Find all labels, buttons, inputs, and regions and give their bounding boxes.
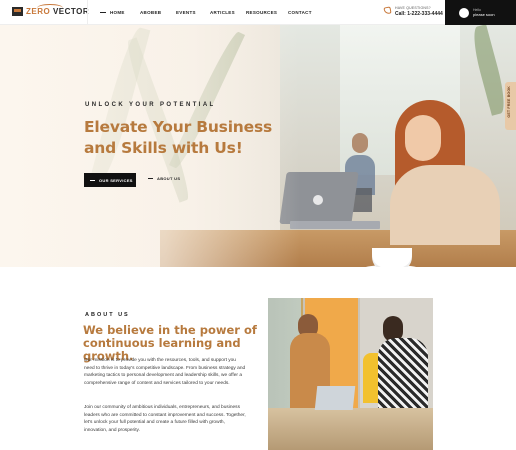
about-section-label: ABOUT US [85, 312, 130, 318]
nav-item-home[interactable]: HOME [110, 10, 125, 15]
active-nav-indicator [100, 12, 106, 13]
site-header: ZERO VECTOR HOME ABOBEB EVENTS ARTICLES … [0, 0, 516, 25]
header-cta[interactable]: Hello please soon [445, 0, 516, 25]
our-services-label: OUR SERVICES [99, 177, 133, 183]
phone-icon [383, 6, 392, 15]
laptop-base [290, 221, 380, 229]
about-us-label: ABOUT US [157, 176, 181, 181]
side-tab-label: GET FREE BOOK [507, 86, 511, 118]
dash-icon [90, 179, 95, 181]
free-book-side-tab[interactable]: GET FREE BOOK [505, 82, 516, 130]
contact-number[interactable]: Call: 1-222-333-4444 [395, 11, 443, 17]
nav-item-articles[interactable]: ARTICLES [210, 10, 235, 15]
hero-subtitle: UNLOCK YOUR POTENTIAL [85, 102, 216, 108]
coffee-cup [372, 248, 412, 267]
logo-mark-icon [12, 7, 23, 16]
logo-arc-icon [37, 4, 63, 12]
woman-face [405, 115, 441, 161]
office-desk [268, 408, 433, 450]
about-us-button[interactable]: ABOUT US [148, 176, 180, 181]
hero-title: Elevate Your Business and Skills with Us… [84, 117, 304, 159]
our-services-button[interactable]: OUR SERVICES [84, 173, 136, 187]
cta-main-text: please soon [473, 12, 495, 17]
nav-item-contact[interactable]: CONTACT [288, 10, 312, 15]
dash-icon [148, 178, 153, 179]
laptop [314, 386, 356, 410]
about-paragraph-1: Our mission is to provide you with the r… [84, 358, 246, 386]
contact-info[interactable]: HAVE QUESTIONS? Call: 1-222-333-4444 [383, 6, 443, 17]
laptop-logo-icon [313, 195, 323, 205]
nav-item-events[interactable]: EVENTS [176, 10, 196, 15]
background-person-head [352, 133, 368, 153]
hero-title-line2: and Skills with Us! [84, 139, 243, 157]
contact-label: HAVE QUESTIONS? [395, 6, 431, 10]
logo[interactable]: ZERO VECTOR [12, 4, 89, 16]
about-paragraph-2: Join our community of ambitious individu… [84, 405, 246, 433]
woman-body [390, 165, 500, 245]
nav-divider [87, 0, 88, 25]
nav-item-resources[interactable]: RESOURCES [246, 10, 277, 15]
about-image [268, 298, 433, 450]
nav-item-about[interactable]: ABOBEB [140, 10, 161, 15]
hero-title-line1: Elevate Your Business [84, 118, 273, 136]
avatar [459, 7, 469, 18]
